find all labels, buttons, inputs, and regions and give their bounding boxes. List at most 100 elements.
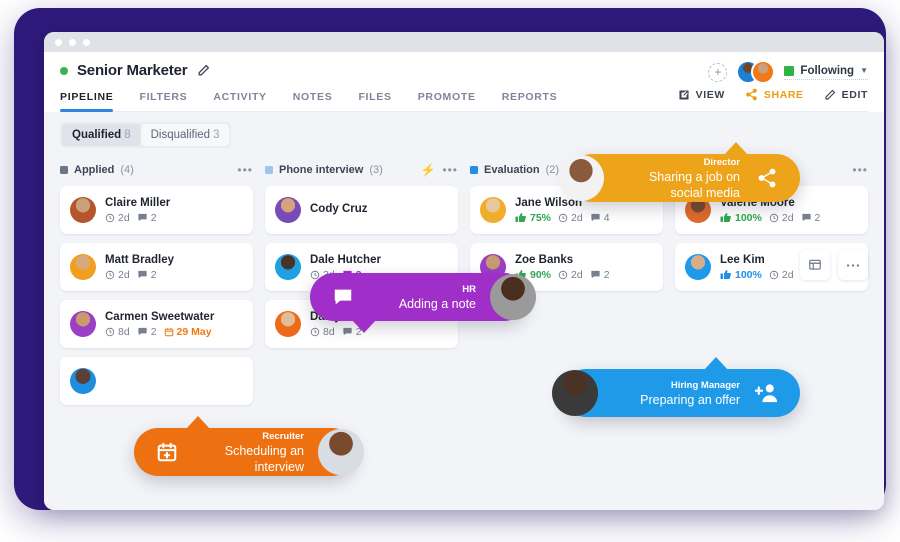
meta-time: 2d: [105, 269, 130, 281]
avatar: [751, 60, 776, 84]
add-person-icon: [750, 382, 784, 404]
meta-score-value: 75%: [530, 211, 552, 224]
add-member-button[interactable]: +: [708, 62, 728, 82]
window-dot-minimize[interactable]: [69, 38, 76, 46]
tooltip-hiring-manager[interactable]: Hiring Manager Preparing an offer: [552, 357, 800, 417]
avatar: [70, 368, 96, 394]
column-header: Phone interview (3) ⚡ •••: [265, 162, 458, 178]
column-tools: •••: [852, 164, 868, 176]
following-dropdown[interactable]: Following ▼: [784, 65, 868, 80]
board-mini-buttons: [800, 250, 868, 280]
column-more-icon[interactable]: •••: [852, 164, 868, 176]
clock-icon: [769, 213, 779, 222]
avatar: [70, 254, 96, 280]
tab-reports[interactable]: REPORTS: [502, 91, 558, 111]
window-chrome: [44, 32, 884, 52]
table-row[interactable]: [60, 357, 253, 405]
screenshot-stage: Senior Marketer + Following ▼ PIPELINE F…: [0, 0, 900, 542]
candidate-name: Carmen Sweetwater: [105, 310, 215, 323]
comment-icon: [138, 327, 147, 336]
column-tools: ⚡ •••: [420, 163, 458, 177]
meta-comments: 2: [137, 212, 157, 224]
window-dot-close[interactable]: [55, 38, 62, 46]
more-horizontal-icon[interactable]: [838, 250, 868, 280]
meta-time-value: 2d: [571, 211, 583, 224]
edit-title-pencil-icon[interactable]: [197, 64, 210, 77]
column-color-swatch: [60, 166, 68, 174]
status-dot: [60, 66, 68, 75]
clock-icon: [769, 270, 779, 279]
meta-time-value: 2d: [781, 268, 794, 281]
table-layout-icon[interactable]: [800, 250, 830, 280]
tab-pipeline[interactable]: PIPELINE: [60, 91, 114, 112]
column-header: Applied (4) •••: [60, 162, 253, 178]
avatar: [490, 274, 536, 320]
meta-comments: 2: [801, 212, 820, 224]
tooltip-action: Sharing a job on social media: [648, 169, 740, 200]
meta-comments: 2: [590, 269, 610, 281]
card-meta: 2d 2: [105, 269, 174, 281]
meta-score: 75%: [515, 212, 551, 224]
tooltip-text: Hiring Manager Preparing an offer: [602, 379, 750, 408]
thumbs-up-icon: [515, 213, 526, 222]
tooltip-hr[interactable]: HR Adding a note: [310, 273, 536, 333]
calendar-icon: [164, 327, 173, 336]
device-frame: Senior Marketer + Following ▼ PIPELINE F…: [14, 8, 886, 510]
meta-comments-value: 2: [603, 268, 610, 281]
meta-comments: 4: [590, 212, 610, 224]
meta-time-value: 2d: [118, 211, 130, 224]
column-color-swatch: [470, 166, 478, 174]
view-button[interactable]: VIEW: [678, 89, 725, 101]
app-header: Senior Marketer + Following ▼ PIPELINE F…: [44, 52, 884, 112]
column-more-icon[interactable]: •••: [237, 164, 253, 176]
automation-bolt-icon[interactable]: ⚡: [420, 163, 435, 177]
share-button[interactable]: SHARE: [745, 88, 804, 101]
window-dot-maximize[interactable]: [83, 38, 90, 46]
meta-time: 2d: [105, 212, 130, 224]
meta-comments: 2: [137, 269, 157, 281]
column-more-icon[interactable]: •••: [442, 164, 458, 176]
clock-icon: [310, 327, 320, 336]
column-count: (4): [120, 164, 134, 176]
thumbs-up-icon: [720, 213, 731, 222]
table-row[interactable]: Cody Cruz: [265, 186, 458, 234]
table-row[interactable]: Matt Bradley 2d 2: [60, 243, 253, 291]
candidate-name: Dale Hutcher: [310, 253, 381, 266]
meta-comments-value: 4: [603, 211, 610, 224]
segment-qualified[interactable]: Qualified 8: [62, 124, 141, 146]
tab-notes[interactable]: NOTES: [293, 91, 333, 111]
tab-files[interactable]: FILES: [358, 91, 391, 111]
tab-promote[interactable]: PROMOTE: [418, 91, 476, 111]
meta-score-value: 90%: [530, 268, 552, 281]
tooltip-action: Scheduling an interview: [224, 443, 304, 474]
tooltip-text: Recruiter Scheduling an interview: [184, 430, 314, 475]
tooltip-recruiter[interactable]: Recruiter Scheduling an interview: [134, 416, 364, 476]
member-avatar-group[interactable]: [736, 60, 776, 84]
tab-activity[interactable]: ACTIVITY: [213, 91, 266, 111]
meta-time: 2d: [769, 269, 794, 281]
tooltip-director[interactable]: Director Sharing a job on social media: [558, 142, 800, 202]
column-count: (3): [369, 164, 383, 176]
column-color-swatch: [265, 166, 273, 174]
clock-icon: [558, 270, 568, 279]
table-row[interactable]: Claire Miller 2d 2: [60, 186, 253, 234]
tooltip-role: Director: [703, 156, 740, 168]
edit-button[interactable]: EDIT: [824, 89, 868, 101]
pencil-icon: [825, 89, 835, 100]
header-right-controls: + Following ▼: [708, 60, 868, 84]
segment-disqualified[interactable]: Disqualified 3: [140, 124, 230, 146]
page-title: Senior Marketer: [77, 62, 188, 79]
meta-comments-value: 2: [150, 325, 157, 338]
meta-time: 8d: [310, 326, 335, 338]
share-icon: [750, 167, 784, 189]
tab-filters[interactable]: FILTERS: [139, 91, 187, 111]
column-count: (2): [545, 164, 560, 176]
table-row[interactable]: Carmen Sweetwater 8d 2 29 May: [60, 300, 253, 348]
thumbs-up-icon: [720, 270, 731, 279]
avatar: [275, 254, 301, 280]
qualification-toggle: Qualified 8 Disqualified 3: [60, 122, 232, 148]
clock-icon: [105, 270, 115, 279]
segment-disqualified-label: Disqualified: [150, 129, 211, 141]
avatar: [318, 429, 364, 475]
column-tools: •••: [237, 164, 253, 176]
